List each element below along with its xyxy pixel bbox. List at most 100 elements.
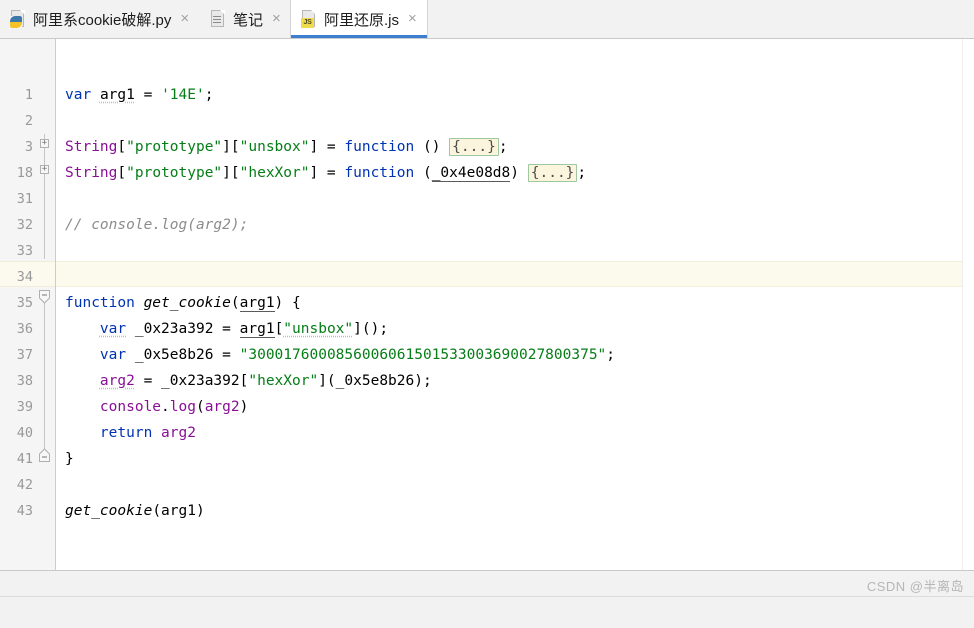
text-file-icon [210,10,226,28]
status-divider [0,596,974,597]
code-line-35: function get_cookie(arg1) { [65,290,301,316]
ide-window: 阿里系cookie破解.py × 笔记 × JS 阿里还原.js × 1 2 3… [0,0,974,628]
token-bracket: ] = [309,165,345,181]
close-icon[interactable]: × [270,9,283,30]
line-number: 18 [16,165,33,181]
token-var-0x23a392: _0x23a392 [161,373,240,389]
editor-gutter[interactable]: 1 2 3 18 31 32 33 34 35 36 37 38 39 40 4… [0,39,56,570]
fold-rail [44,134,45,259]
code-line-1: var arg1 = '14E'; [65,82,213,108]
line-number: 35 [16,295,33,311]
token-semicolon: ; [204,87,214,103]
token-key-prototype: "prototype" [126,165,223,181]
token-var-0x5e8b26: _0x5e8b26 [335,373,415,389]
token-parens: ( [195,399,205,415]
line-number: 39 [16,399,33,415]
token-dot: . [161,399,170,415]
tab-ali-cookie-py[interactable]: 阿里系cookie破解.py × [0,0,200,38]
token-assign: = [213,321,240,337]
tab-label: 笔记 [233,11,264,29]
token-identifier-arg2: arg2 [204,399,240,415]
line-number: 2 [24,113,33,129]
csdn-watermark: CSDN @半离岛 [866,579,964,594]
token-semicolon: ; [498,139,508,155]
token-keyword-var: var [99,321,127,337]
token-key-unsbox: "unsbox" [283,321,354,337]
token-identifier-arg1: arg1 [239,321,275,338]
fold-collapse-end-icon[interactable] [39,448,50,462]
code-line-18: String["prototype"]["hexXor"] = function… [65,160,586,186]
code-line-38: arg2 = _0x23a392["hexXor"](_0x5e8b26); [65,368,432,394]
tab-ali-restore-js[interactable]: JS 阿里还原.js × [290,0,428,38]
line-number: 41 [16,451,33,467]
fold-expand-icon[interactable]: + [40,165,49,174]
token-keyword-return: return [99,425,153,441]
token-key-hexxor: "hexXor" [248,373,319,389]
close-icon[interactable]: × [178,9,191,30]
token-parens: ( [230,295,240,311]
code-content[interactable]: var arg1 = '14E'; String["prototype"]["u… [56,39,974,570]
token-bracket: ][ [222,165,240,181]
tab-label: 阿里还原.js [324,11,400,29]
token-function-name: get_cookie [65,503,153,519]
token-assign: = [134,87,162,103]
token-parens: () [414,139,450,155]
code-line-40: return arg2 [65,420,196,446]
token-identifier-arg2: arg2 [99,373,135,389]
token-bracket: ](); [353,321,389,337]
token-hex-string: "300017600085600606150153300369002780037… [239,347,607,363]
line-number: 43 [16,503,33,519]
tab-notes[interactable]: 笔记 × [200,0,290,38]
code-line-43: get_cookie(arg1) [65,498,205,524]
token-identifier-arg2: arg2 [161,425,196,441]
token-parens: ) [195,503,205,519]
fold-expand-icon[interactable]: + [40,139,49,148]
line-number: 33 [16,243,33,259]
code-line-36: var _0x23a392 = arg1["unsbox"](); [65,316,388,342]
editor-tab-bar: 阿里系cookie破解.py × 笔记 × JS 阿里还原.js × [0,0,974,39]
token-bracket: ][ [222,139,240,155]
fold-rail [44,291,45,461]
token-key-prototype: "prototype" [126,139,223,155]
token-console: console [99,399,162,415]
fold-collapse-icon[interactable] [39,290,50,304]
token-keyword-function: function [344,165,415,181]
token-parens: ) { [274,295,301,311]
token-keyword-var: var [65,87,92,103]
token-var-0x23a392: _0x23a392 [134,321,214,337]
token-function-name: get_cookie [143,295,231,311]
tab-label: 阿里系cookie破解.py [33,11,172,29]
token-param-0x4e08d8: _0x4e08d8 [431,165,511,182]
line-number: 32 [16,217,33,233]
status-bar: CSDN @半离岛 [0,570,974,628]
token-identifier-arg1: arg1 [161,503,196,519]
token-parens: ( [152,503,162,519]
line-number: 31 [16,191,33,207]
close-icon[interactable]: × [406,9,419,30]
token-bracket: [ [274,321,284,337]
code-line-3: String["prototype"]["unsbox"] = function… [65,134,508,160]
token-parens: ) [510,165,528,181]
token-log: log [169,399,196,415]
line-number: 38 [16,373,33,389]
line-number: 37 [16,347,33,363]
folded-block-placeholder[interactable]: {...} [527,164,578,182]
token-parens: ); [414,373,432,389]
token-bracket: [ [117,165,127,181]
folded-block-placeholder[interactable]: {...} [449,138,499,156]
token-close-brace: } [65,451,74,467]
line-number: 1 [24,87,33,103]
token-parens: ( [414,165,432,181]
token-keyword-function: function [344,139,415,155]
token-semicolon: ; [577,165,587,181]
token-key-hexxor: "hexXor" [239,165,310,181]
token-param-arg1: arg1 [239,295,275,312]
token-string-object: String [65,165,118,181]
editor-marker-strip[interactable] [962,39,974,570]
code-editor[interactable]: 1 2 3 18 31 32 33 34 35 36 37 38 39 40 4… [0,39,974,570]
